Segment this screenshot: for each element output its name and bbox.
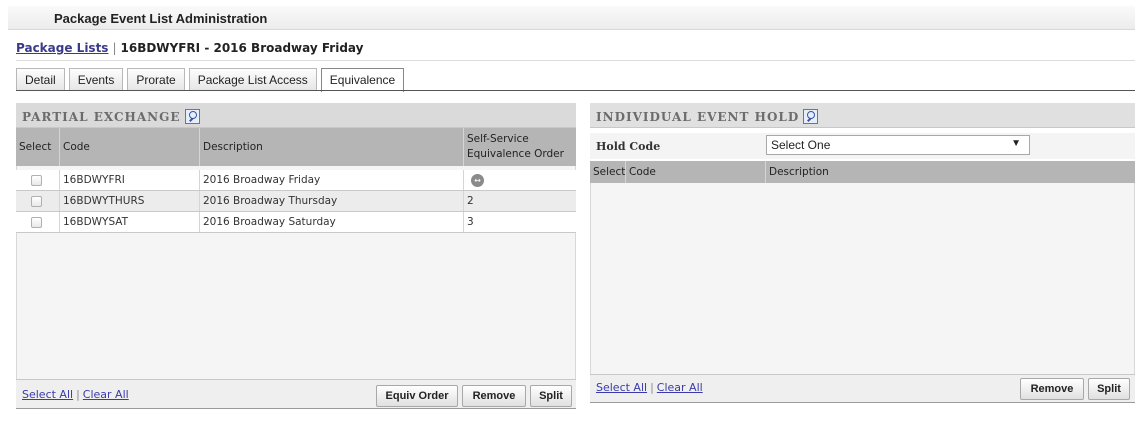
hold-code-row: Hold Code Select One ▼	[590, 133, 1135, 159]
selection-links: Select All | Clear All	[596, 381, 703, 394]
row-select-cell	[16, 191, 60, 211]
tab-events[interactable]: Events	[68, 68, 124, 90]
row-order: ↔	[464, 170, 576, 190]
table-row[interactable]: 16BDWYFRI 2016 Broadway Friday ↔	[16, 170, 576, 191]
split-button[interactable]: Split	[530, 385, 572, 407]
tabs-divider	[16, 90, 1135, 91]
select-all-link[interactable]: Select All	[596, 381, 647, 394]
split-button[interactable]: Split	[1088, 378, 1130, 400]
selection-links: Select All | Clear All	[22, 388, 129, 401]
breadcrumb: Package Lists | 16BDWYFRI - 2016 Broadway …	[16, 41, 363, 55]
tab-detail[interactable]: Detail	[16, 68, 65, 90]
row-order: 2	[467, 195, 474, 207]
reorder-icon[interactable]: ↔	[471, 173, 484, 187]
individual-hold-title: INDIVIDUAL EVENT HOLD	[596, 109, 819, 124]
row-description: 2016 Broadway Thursday	[200, 191, 464, 211]
row-checkbox[interactable]	[31, 195, 42, 207]
partial-exchange-header: PARTIAL EXCHANGE	[16, 103, 576, 128]
link-separator: |	[650, 381, 654, 394]
row-code: 16BDWYSAT	[60, 212, 200, 232]
clear-all-link[interactable]: Clear All	[83, 388, 129, 401]
column-header-order-line2: Equivalence Order	[467, 148, 564, 160]
select-all-link[interactable]: Select All	[22, 388, 73, 401]
tab-equivalence[interactable]: Equivalence	[320, 68, 405, 92]
equiv-order-button[interactable]: Equiv Order	[376, 385, 458, 407]
individual-hold-header: INDIVIDUAL EVENT HOLD	[590, 103, 1135, 128]
column-header-code[interactable]: Code	[626, 161, 766, 183]
row-code: 16BDWYFRI	[60, 170, 200, 190]
column-header-select[interactable]: Select	[590, 161, 626, 183]
hold-code-value: Select One	[771, 138, 831, 152]
divider	[16, 60, 1135, 61]
remove-button[interactable]: Remove	[462, 385, 526, 407]
breadcrumb-package-lists-link[interactable]: Package Lists	[16, 41, 108, 55]
row-select-cell	[16, 212, 60, 232]
row-description: 2016 Broadway Saturday	[200, 212, 464, 232]
column-header-select[interactable]: Select	[16, 128, 60, 166]
partial-exchange-grid-header: Select Code Description Self-Service Equ…	[16, 128, 576, 166]
row-select-cell	[16, 170, 60, 190]
hold-code-label: Hold Code	[596, 140, 661, 153]
individual-hold-grid-header: Select Code Description	[590, 161, 1135, 183]
breadcrumb-current: 16BDWYFRI - 2016 Broadway Friday	[120, 41, 364, 55]
table-row[interactable]: 16BDWYTHURS 2016 Broadway Thursday 2	[16, 191, 576, 212]
hold-code-select[interactable]: Select One ▼	[766, 135, 1030, 155]
tab-bar: Detail Events Prorate Package List Acces…	[16, 68, 405, 92]
link-separator: |	[76, 388, 80, 401]
row-description: 2016 Broadway Friday	[200, 170, 464, 190]
remove-button[interactable]: Remove	[1020, 378, 1084, 400]
column-header-description[interactable]: Description	[200, 128, 464, 166]
page-title: Package Event List Administration	[54, 11, 268, 26]
row-checkbox[interactable]	[31, 174, 42, 186]
tab-prorate[interactable]: Prorate	[127, 68, 185, 90]
column-header-description[interactable]: Description	[766, 161, 1135, 183]
tab-package-list-access[interactable]: Package List Access	[188, 68, 317, 90]
partial-exchange-title-text: PARTIAL EXCHANGE	[22, 110, 181, 124]
column-header-order-line1: Self-Service	[467, 133, 529, 145]
search-icon[interactable]	[803, 109, 819, 124]
row-order: 3	[467, 216, 474, 228]
partial-exchange-footer: Select All | Clear All Equiv Order Remove …	[16, 379, 576, 409]
column-header-code[interactable]: Code	[60, 128, 200, 166]
partial-exchange-title: PARTIAL EXCHANGE	[22, 109, 200, 124]
breadcrumb-separator: |	[112, 41, 117, 55]
search-icon[interactable]	[184, 109, 200, 124]
row-code: 16BDWYTHURS	[60, 191, 200, 211]
individual-hold-footer: Select All | Clear All Remove Split	[590, 374, 1135, 403]
column-header-equivalence-order[interactable]: Self-Service Equivalence Order	[464, 128, 576, 166]
individual-hold-title-text: INDIVIDUAL EVENT HOLD	[596, 110, 800, 124]
table-row[interactable]: 16BDWYSAT 2016 Broadway Saturday 3	[16, 212, 576, 233]
clear-all-link[interactable]: Clear All	[657, 381, 703, 394]
dropdown-arrow-icon: ▼	[1011, 138, 1021, 149]
individual-hold-body	[590, 183, 1135, 374]
row-checkbox[interactable]	[31, 216, 42, 228]
page-header: Package Event List Administration	[8, 6, 1135, 30]
